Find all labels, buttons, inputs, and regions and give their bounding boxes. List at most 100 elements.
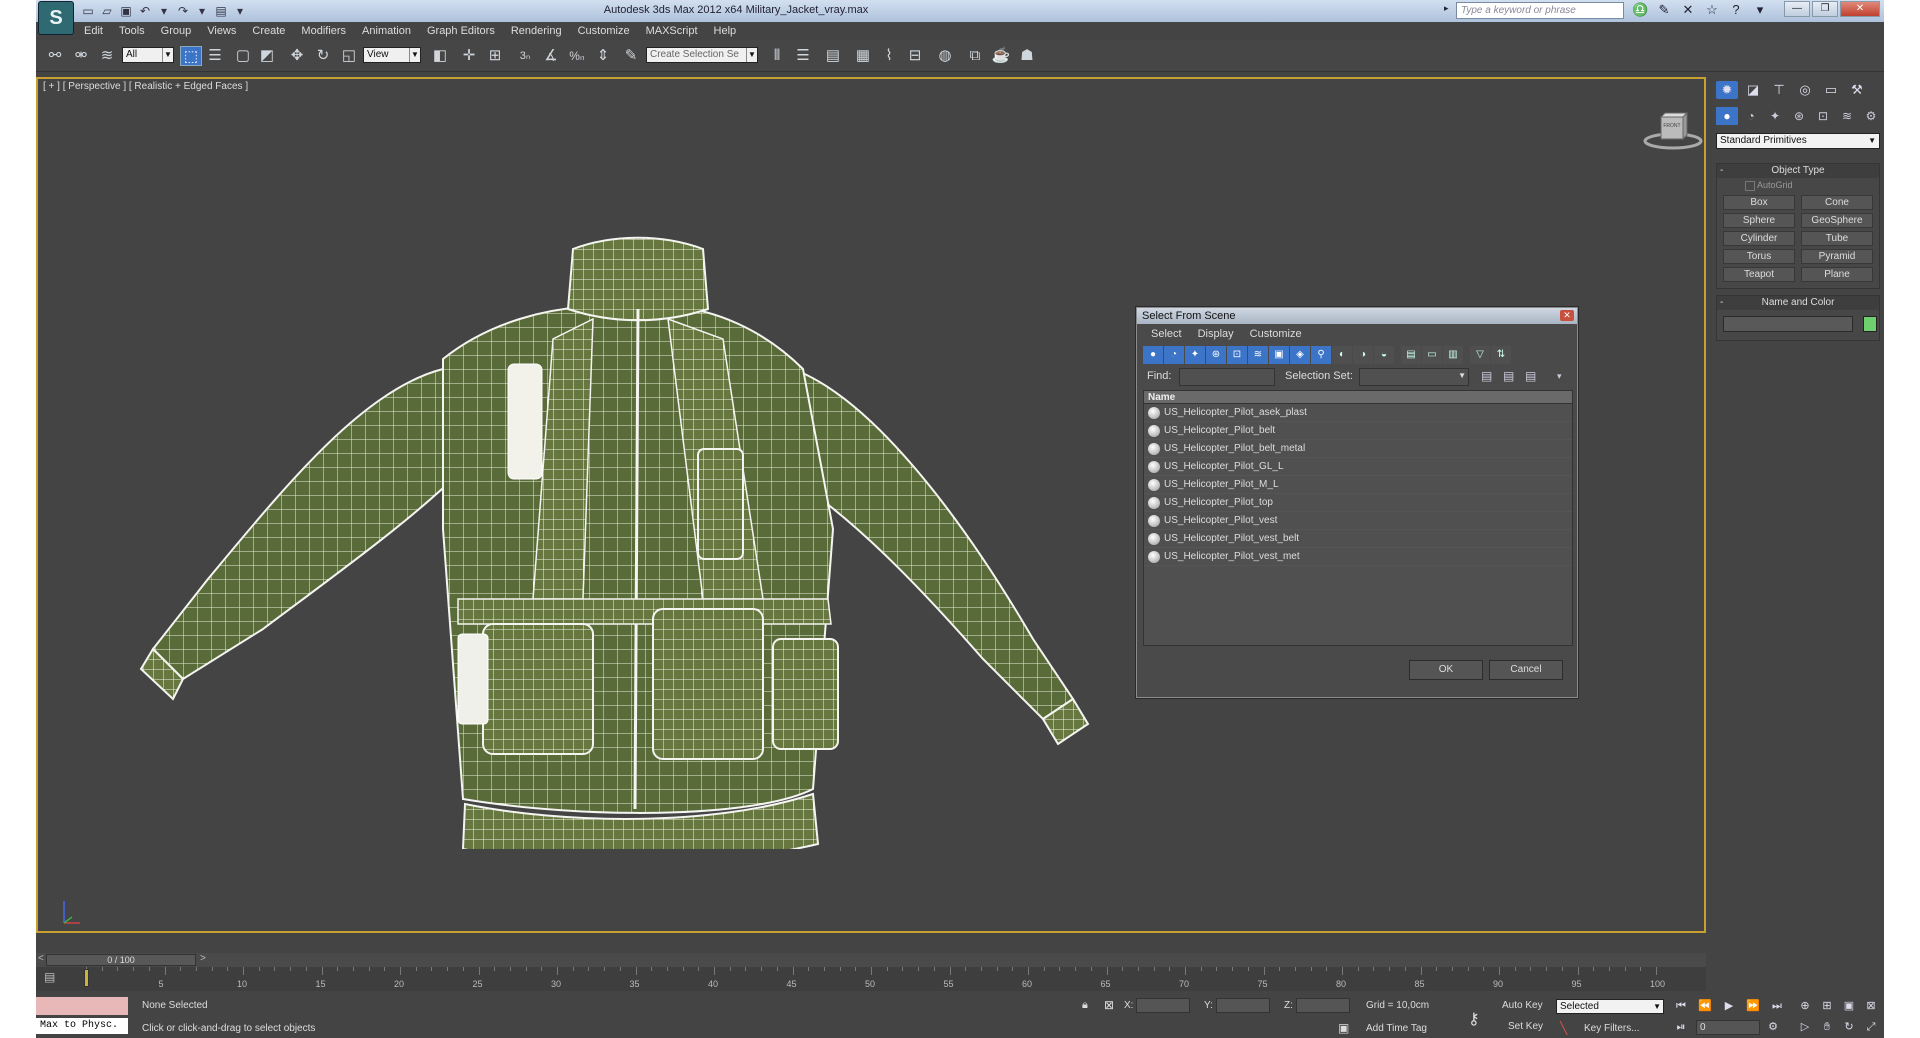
schematic-view-icon[interactable]: ⊟ [904,46,926,66]
z-coordinate-input[interactable] [1296,998,1350,1013]
bind-space-warp-icon[interactable]: ≋ [96,46,118,66]
material-editor-icon[interactable]: ◍ [934,46,956,66]
select-all-icon[interactable]: ▤ [1401,346,1421,364]
close-button[interactable]: ✕ [1840,1,1880,17]
rendered-frame-window-icon[interactable]: ☕ [990,46,1012,66]
menu-group[interactable]: Group [153,22,200,40]
primitives-dropdown[interactable]: Standard Primitives ▼ [1716,133,1880,149]
utilities-tab-icon[interactable]: ⚒ [1846,81,1868,99]
display-bones-icon[interactable]: ⚲ [1311,346,1331,364]
absolute-mode-icon[interactable]: ⊠ [1104,998,1114,1012]
dialog-menu-select[interactable]: Select [1145,324,1188,344]
list-item[interactable]: US_Helicopter_Pilot_top [1144,494,1572,512]
dialog-title-bar[interactable]: Select From Scene ✕ [1137,308,1577,324]
app-logo-button[interactable]: S [38,1,74,35]
select-by-name-icon[interactable]: ☰ [204,46,226,66]
object-color-swatch[interactable] [1863,316,1877,332]
zoom-icon[interactable]: ⊕ [1796,998,1814,1014]
lock-selection-icon[interactable]: 🔒︎ [1082,999,1088,1012]
viewcube[interactable]: FRONT [1643,107,1703,151]
render-setup-icon[interactable]: ⧉ [964,46,986,66]
selection-filter-dropdown[interactable]: All ▼ [122,47,174,63]
pivot-center-icon[interactable]: ◧ [429,46,451,66]
modify-tab-icon[interactable]: ◪ [1742,81,1764,99]
dialog-close-icon[interactable]: ✕ [1560,310,1574,321]
zoom-extents-icon[interactable]: ▣ [1840,998,1858,1014]
select-object-icon[interactable]: ⬚ [180,46,202,66]
object-name-input[interactable] [1723,316,1853,332]
sort-icon[interactable]: ⇅ [1491,346,1511,364]
favorites-star-icon[interactable]: ☆ [1704,2,1720,18]
list-item[interactable]: US_Helicopter_Pilot_vest_met [1144,548,1572,566]
snaps-toggle-icon[interactable]: 3ₙ [514,46,536,66]
set-key-button[interactable]: Set Key [1508,1021,1543,1032]
unlink-icon[interactable]: ⚮ [70,46,92,66]
time-slider[interactable]: < 0 / 100 > [36,953,1706,967]
list-item[interactable]: US_Helicopter_Pilot_M_L [1144,476,1572,494]
menu-rendering[interactable]: Rendering [503,22,570,40]
move-icon[interactable]: ✥ [286,46,308,66]
set-key-key-icon[interactable]: ⚷ [1468,1009,1480,1029]
name-column-header[interactable]: Name [1144,391,1572,404]
list-item[interactable]: US_Helicopter_Pilot_GL_L [1144,458,1572,476]
cone-button[interactable]: Cone [1801,195,1873,210]
curve-editor-mini-icon[interactable]: ▤ [44,970,55,984]
cylinder-button[interactable]: Cylinder [1723,231,1795,246]
space-warps-icon[interactable]: ≋ [1836,107,1858,125]
zoom-extents-all-icon[interactable]: ⊠ [1862,998,1880,1014]
minimize-button[interactable]: — [1784,1,1810,17]
layer-manager-icon[interactable]: ▤ [822,46,844,66]
display-space-warps-icon[interactable]: ≋ [1248,346,1268,364]
add-time-tag[interactable]: Add Time Tag [1366,1023,1427,1034]
display-invert-icon[interactable]: ◒ [1374,346,1394,364]
motion-tab-icon[interactable]: ◎ [1794,81,1816,99]
jacket-wireframe-model[interactable] [113,229,1093,849]
list-item[interactable]: US_Helicopter_Pilot_vest_belt [1144,530,1572,548]
autogrid-checkbox[interactable]: AutoGrid [1717,178,1879,192]
binoculars-icon[interactable]: ♎ [1632,2,1648,18]
next-frame-icon[interactable]: ⏩ [1744,998,1762,1014]
remove-selection-icon[interactable]: ▤ [1525,369,1536,383]
display-tab-icon[interactable]: ▭ [1820,81,1842,99]
current-frame-marker[interactable] [84,969,89,987]
key-filters-button[interactable]: Key Filters... [1584,1023,1640,1034]
list-item[interactable]: US_Helicopter_Pilot_vest [1144,512,1572,530]
tube-button[interactable]: Tube [1801,231,1873,246]
selection-set-dropdown[interactable]: ▼ [1359,368,1469,386]
current-frame-input[interactable]: 0 [1696,1020,1760,1035]
add-selection-icon[interactable]: ▤ [1503,369,1514,383]
display-none-icon[interactable]: ◑ [1353,346,1373,364]
select-invert-icon[interactable]: ▥ [1443,346,1463,364]
time-slider-thumb[interactable]: 0 / 100 [46,954,196,966]
list-item[interactable]: US_Helicopter_Pilot_asek_plast [1144,404,1572,422]
display-groups-icon[interactable]: ▣ [1269,346,1289,364]
scale-icon[interactable]: ◱ [338,46,360,66]
menu-help[interactable]: Help [706,22,745,40]
display-xrefs-icon[interactable]: ◈ [1290,346,1310,364]
go-to-end-icon[interactable]: ⏭ [1768,998,1786,1014]
percent-snap-icon[interactable]: %ₙ [566,46,588,66]
find-input[interactable] [1179,368,1275,386]
keyboard-shortcut-override-icon[interactable]: ⊞ [484,46,506,66]
lights-icon[interactable]: ✦ [1764,107,1786,125]
spinner-snap-icon[interactable]: ⇕ [592,46,614,66]
field-of-view-icon[interactable]: ▷ [1796,1019,1814,1035]
menu-edit[interactable]: Edit [76,22,111,40]
zoom-all-icon[interactable]: ⊞ [1818,998,1836,1014]
y-coordinate-input[interactable] [1216,998,1270,1013]
hierarchy-tab-icon[interactable]: ⊤ [1768,81,1790,99]
menu-customize[interactable]: Customize [570,22,638,40]
create-tab-icon[interactable]: ✹ [1716,81,1738,99]
box-button[interactable]: Box [1723,195,1795,210]
named-selection-dropdown[interactable]: Create Selection Se ▼ [646,47,758,63]
menu-animation[interactable]: Animation [354,22,419,40]
geosphere-button[interactable]: GeoSphere [1801,213,1873,228]
menu-modifiers[interactable]: Modifiers [293,22,354,40]
menu-views[interactable]: Views [199,22,244,40]
time-configuration-icon[interactable]: ⚙ [1764,1019,1782,1035]
rotate-icon[interactable]: ↻ [312,46,334,66]
render-production-icon[interactable]: ☗ [1016,46,1038,66]
select-none-icon[interactable]: ▭ [1422,346,1442,364]
pan-icon[interactable]: ✋︎ [1818,1019,1836,1035]
shapes-icon[interactable]: ◔ [1740,107,1762,125]
